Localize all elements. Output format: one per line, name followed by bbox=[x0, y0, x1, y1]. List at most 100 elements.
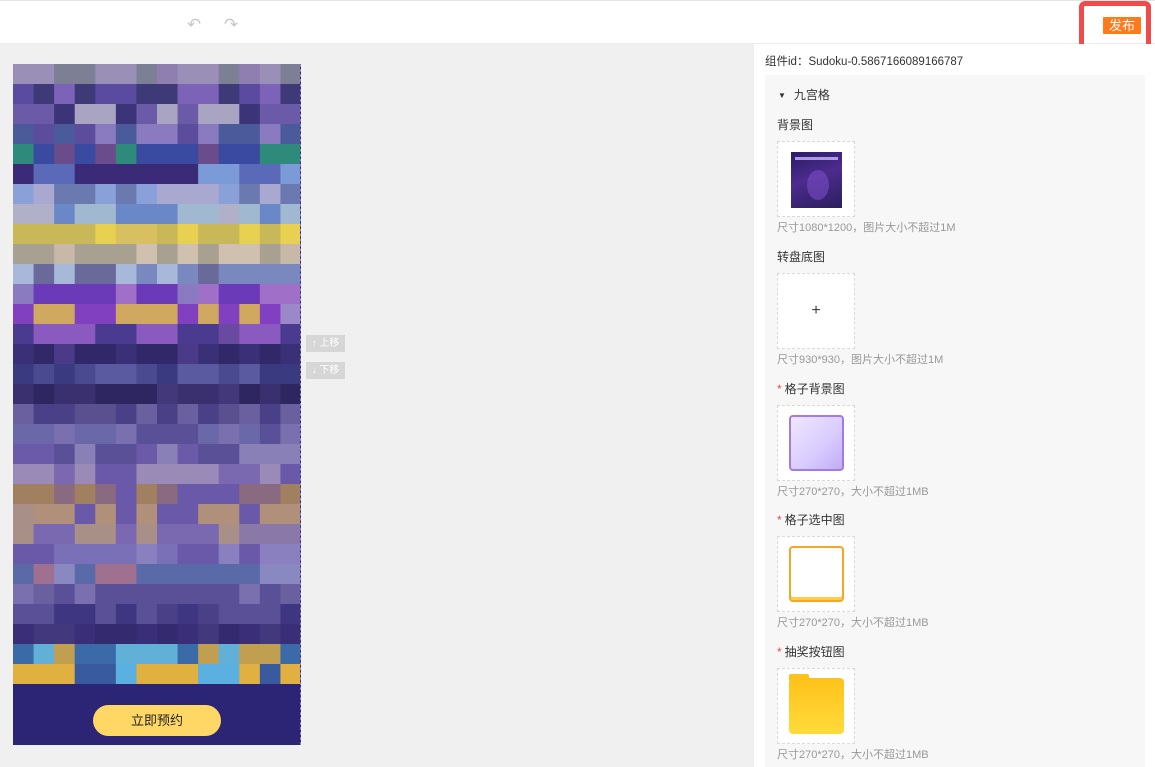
mosaic-tile bbox=[115, 484, 137, 505]
mosaic-tile bbox=[136, 504, 158, 525]
mosaic-tile bbox=[218, 504, 240, 525]
mosaic-tile bbox=[218, 64, 240, 85]
mosaic-tile bbox=[280, 144, 300, 165]
mosaic-tile bbox=[239, 124, 261, 145]
publish-button[interactable]: 发布 bbox=[1103, 17, 1141, 34]
mosaic-tile bbox=[115, 584, 137, 605]
mosaic-tile bbox=[33, 344, 55, 365]
mosaic-tile bbox=[157, 224, 179, 245]
mosaic-tile bbox=[13, 164, 35, 185]
mosaic-tile bbox=[177, 184, 199, 205]
mosaic-tile bbox=[54, 84, 76, 105]
lottery-button-upload[interactable] bbox=[777, 668, 855, 744]
mosaic-tile bbox=[13, 664, 35, 685]
mosaic-tile bbox=[95, 384, 117, 405]
mosaic-tile bbox=[157, 664, 179, 685]
mosaic-tile bbox=[259, 524, 281, 545]
mosaic-tile bbox=[33, 244, 55, 265]
mosaic-tile bbox=[177, 124, 199, 145]
mosaic-tile bbox=[259, 184, 281, 205]
mosaic-tile bbox=[218, 224, 240, 245]
move-down-button[interactable]: ↓ 下移 bbox=[306, 362, 345, 379]
mosaic-tile bbox=[198, 544, 220, 565]
mosaic-tile bbox=[74, 264, 96, 285]
mosaic-tile bbox=[136, 584, 158, 605]
mosaic-tile bbox=[218, 604, 240, 625]
undo-icon[interactable]: ↶ bbox=[185, 16, 203, 34]
mosaic-tile bbox=[198, 564, 220, 585]
mosaic-tile bbox=[218, 364, 240, 385]
cell-background-upload[interactable] bbox=[777, 405, 855, 481]
mosaic-tile bbox=[115, 224, 137, 245]
mosaic-tile bbox=[177, 504, 199, 525]
mosaic-tile bbox=[74, 524, 96, 545]
mosaic-tile bbox=[74, 124, 96, 145]
mosaic-tile bbox=[259, 484, 281, 505]
mosaic-tile bbox=[280, 484, 300, 505]
phone-preview[interactable]: 立即预约 bbox=[13, 64, 301, 745]
mosaic-tile bbox=[157, 284, 179, 305]
mosaic-tile bbox=[115, 564, 137, 585]
wheel-base-image-upload[interactable]: + bbox=[777, 273, 855, 349]
field-background-image: 背景图 尺寸1080*1200，图片大小不超过1M bbox=[777, 117, 1137, 235]
mosaic-tile bbox=[95, 624, 117, 645]
mosaic-tile bbox=[259, 144, 281, 165]
mosaic-tile bbox=[33, 164, 55, 185]
section-header[interactable]: ▼ 九宫格 bbox=[778, 86, 830, 103]
mosaic-tile bbox=[136, 304, 158, 325]
mosaic-tile bbox=[280, 504, 300, 525]
mosaic-tile bbox=[95, 504, 117, 525]
mosaic-tile bbox=[54, 564, 76, 585]
mosaic-tile bbox=[136, 544, 158, 565]
mosaic-tile bbox=[218, 104, 240, 125]
mosaic-tile bbox=[74, 444, 96, 465]
mosaic-tile bbox=[259, 564, 281, 585]
mosaic-tile bbox=[259, 224, 281, 245]
mosaic-tile bbox=[239, 404, 261, 425]
mosaic-tile bbox=[33, 524, 55, 545]
mosaic-tile bbox=[95, 264, 117, 285]
mosaic-tile bbox=[115, 544, 137, 565]
mosaic-tile bbox=[280, 304, 300, 325]
mosaic-tile bbox=[177, 424, 199, 445]
mosaic-tile bbox=[259, 64, 281, 85]
mosaic-tile bbox=[157, 624, 179, 645]
mosaic-tile bbox=[95, 644, 117, 665]
mosaic-tile bbox=[95, 164, 117, 185]
mosaic-tile bbox=[74, 364, 96, 385]
mosaic-tile bbox=[95, 664, 117, 685]
mosaic-tile bbox=[95, 564, 117, 585]
top-toolbar: ↶ ↷ 发布 bbox=[0, 0, 1155, 61]
field-cell-background: * 格子背景图 尺寸270*270，大小不超过1MB bbox=[777, 381, 1137, 499]
mosaic-tile bbox=[13, 284, 35, 305]
mosaic-tile bbox=[239, 604, 261, 625]
editor-canvas: 立即预约 ↑ 上移 ↓ 下移 bbox=[0, 44, 753, 767]
mosaic-tile bbox=[239, 164, 261, 185]
mosaic-tile bbox=[198, 144, 220, 165]
mosaic-tile bbox=[259, 664, 281, 685]
mosaic-tile bbox=[33, 544, 55, 565]
mosaic-tile bbox=[115, 84, 137, 105]
cell-selected-upload[interactable] bbox=[777, 536, 855, 612]
mosaic-tile bbox=[115, 284, 137, 305]
mosaic-tile bbox=[239, 644, 261, 665]
mosaic-tile bbox=[280, 404, 300, 425]
mosaic-tile bbox=[239, 384, 261, 405]
mosaic-tile bbox=[74, 284, 96, 305]
mosaic-tile bbox=[74, 84, 96, 105]
mosaic-tile bbox=[136, 84, 158, 105]
move-up-button[interactable]: ↑ 上移 bbox=[306, 335, 345, 352]
mosaic-tile bbox=[198, 204, 220, 225]
mosaic-tile bbox=[54, 184, 76, 205]
mosaic-tile bbox=[177, 204, 199, 225]
reserve-now-button[interactable]: 立即预约 bbox=[93, 705, 221, 736]
mosaic-tile bbox=[239, 584, 261, 605]
redo-icon[interactable]: ↷ bbox=[222, 16, 240, 34]
background-image-upload[interactable] bbox=[777, 141, 855, 217]
mosaic-tile bbox=[218, 184, 240, 205]
mosaic-tile bbox=[239, 544, 261, 565]
mosaic-tile bbox=[136, 284, 158, 305]
mosaic-tile bbox=[136, 244, 158, 265]
mosaic-tile bbox=[259, 624, 281, 645]
field-wheel-base-image: 转盘底图 + 尺寸930*930，图片大小不超过1M bbox=[777, 249, 1137, 367]
